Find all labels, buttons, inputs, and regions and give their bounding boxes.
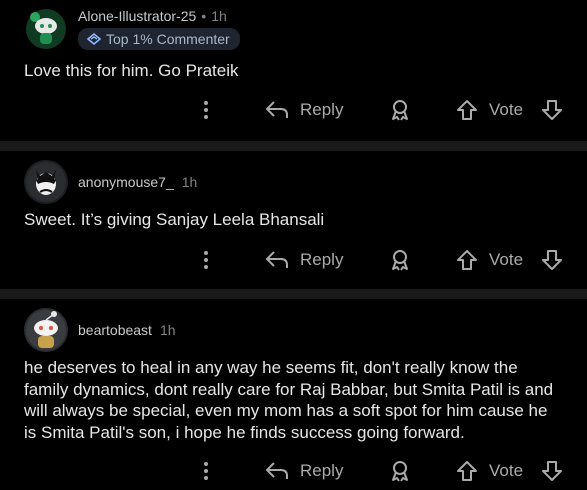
downvote-button[interactable] [540,95,564,125]
timestamp: 1h [181,174,198,190]
award-icon [392,461,408,482]
more-vertical-icon [204,251,208,269]
comment-header: anonymouse7_ 1h [24,160,197,204]
upvote-button[interactable] [455,456,479,486]
upvote-arrow-icon [457,461,477,481]
avatar[interactable] [24,308,68,352]
timestamp: 1h [159,322,176,338]
award-button[interactable] [388,95,412,125]
downvote-arrow-icon [542,461,562,481]
timestamp: 1h [211,7,227,24]
downvote-arrow-icon [542,250,562,270]
reply-button[interactable]: Reply [264,245,343,275]
reply-label: Reply [300,461,344,480]
avatar[interactable] [24,160,68,204]
more-options-button[interactable] [198,456,214,486]
separator-dot: • [201,7,207,24]
username[interactable]: anonymouse7_ [78,174,174,190]
vote-count: Vote [489,461,524,480]
comment-body: Love this for him. Go Prateik [24,61,239,80]
downvote-arrow-icon [542,100,562,120]
comment-body: Sweet. It’s giving Sanjay Leela Bhansali [24,210,325,229]
upvote-button[interactable] [455,95,479,125]
more-vertical-icon [204,462,208,480]
reply-icon [266,462,288,479]
snoo-avatar-icon [26,310,66,350]
comment-2: anonymouse7_ 1h Sweet. It’s giving Sanja… [0,151,587,289]
vote-count: Vote [489,100,524,119]
reply-button[interactable]: Reply [264,456,343,486]
comment-actions: Reply Vote [0,456,587,486]
status-badge: Top 1% Commenter [78,27,240,50]
comment-actions: Reply Vote [0,95,587,125]
snoo-avatar-icon [26,9,66,49]
comment-header: Alone-Illustrator-25 • 1h Top 1% Comment… [24,7,240,51]
reply-button[interactable]: Reply [264,95,343,125]
comment-divider [0,289,587,299]
award-button[interactable] [388,245,412,275]
reply-label: Reply [300,100,344,119]
comment-actions: Reply Vote [0,245,587,275]
upvote-arrow-icon [457,100,477,120]
upvote-button[interactable] [455,245,479,275]
avatar[interactable] [24,7,68,51]
more-vertical-icon [204,101,208,119]
badge-label: Top 1% Commenter [106,30,230,47]
masked-avatar-icon [26,162,66,202]
username[interactable]: beartobeast [78,322,152,338]
comment-3: beartobeast 1h he deserves to heal in an… [0,299,587,490]
award-icon [392,250,408,271]
reply-icon [266,251,288,268]
comment-divider [0,141,587,151]
badge-icon [86,32,102,45]
more-options-button[interactable] [198,95,214,125]
username[interactable]: Alone-Illustrator-25 [78,8,196,24]
award-icon [392,100,408,121]
comment-body: he deserves to heal in any way he seems … [24,358,554,442]
reply-icon [266,101,288,118]
comment-1: Alone-Illustrator-25 • 1h Top 1% Comment… [0,0,587,141]
downvote-button[interactable] [540,245,564,275]
more-options-button[interactable] [198,245,214,275]
downvote-button[interactable] [540,456,564,486]
upvote-arrow-icon [457,250,477,270]
comment-header: beartobeast 1h [24,308,176,352]
vote-count: Vote [489,250,524,269]
reply-label: Reply [300,250,344,269]
award-button[interactable] [388,456,412,486]
